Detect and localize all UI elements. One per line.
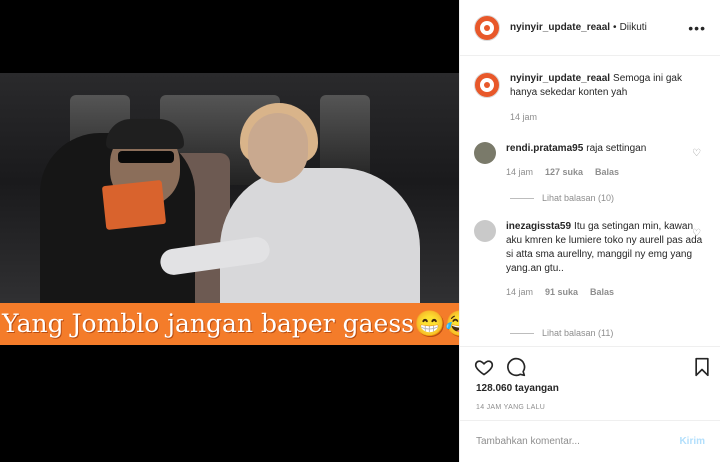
comment-meta: 14 jam 91 suka Balas: [506, 285, 710, 299]
comment-time[interactable]: 14 jam: [506, 165, 533, 179]
comment-heart-icon[interactable]: ♡: [692, 228, 701, 239]
post-actions: 128.060 tayangan 14 JAM YANG LALU: [460, 346, 720, 420]
commenter-username[interactable]: inezagissta59: [506, 221, 571, 232]
instagram-post-modal: Yang Jomblo jangan baper gaess😁😂😂😂 nyiny…: [0, 0, 720, 462]
post-comment-button[interactable]: Kirim: [679, 436, 705, 447]
video-caption-text: Yang Jomblo jangan baper gaess😁😂😂😂: [2, 309, 459, 338]
caption-avatar[interactable]: [474, 72, 500, 98]
view-replies-label[interactable]: Lihat balasan (10): [542, 193, 614, 203]
video-caption-bar: Yang Jomblo jangan baper gaess😁😂😂😂: [0, 303, 459, 345]
separator-dot: •: [613, 22, 617, 33]
comment-item: inezagissta59 Itu ga setingan min, kawan …: [474, 220, 710, 299]
follow-status[interactable]: Diikuti: [620, 22, 647, 33]
bookmark-icon[interactable]: [692, 357, 712, 380]
comment-input[interactable]: [476, 436, 680, 447]
caption-comment: nyinyir_update_reaal Semoga ini gak hanya…: [474, 72, 710, 124]
woman-head: [248, 113, 308, 183]
comment-likes[interactable]: 127 suka: [545, 165, 583, 179]
comment-text: raja settingan: [586, 143, 647, 154]
comment-icon[interactable]: [506, 357, 526, 380]
author-username[interactable]: nyinyir_update_reaal: [510, 22, 610, 33]
replies-line: [510, 332, 534, 334]
comment-meta: 14 jam 127 suka Balas: [506, 165, 710, 179]
view-count: 128.060 tayangan: [476, 383, 559, 394]
commenter-username[interactable]: rendi.pratama95: [506, 143, 583, 154]
view-replies-label[interactable]: Lihat balasan (11): [542, 328, 613, 338]
post-header: nyinyir_update_reaal • Diikuti •••: [460, 0, 720, 56]
view-replies-button[interactable]: Lihat balasan (10): [510, 193, 614, 203]
post-timestamp[interactable]: 14 JAM YANG LALU: [476, 404, 545, 411]
replies-line: [510, 197, 534, 199]
heart-icon[interactable]: [474, 357, 494, 380]
action-row: [474, 357, 712, 379]
man-cap: [106, 119, 184, 149]
author-avatar[interactable]: [474, 14, 500, 41]
comment-time[interactable]: 14 jam: [506, 285, 533, 299]
orange-box: [101, 179, 167, 231]
man-glasses: [118, 151, 174, 163]
more-dots-icon[interactable]: •••: [688, 20, 706, 36]
comment-item: rendi.pratama95 raja settingan 14 jam 127…: [474, 142, 710, 179]
video-player[interactable]: Yang Jomblo jangan baper gaess😁😂😂😂: [0, 73, 459, 345]
caption-body: nyinyir_update_reaal Semoga ini gak hanya…: [510, 72, 710, 124]
comment-body: rendi.pratama95 raja settingan 14 jam 127…: [506, 142, 710, 179]
media-area: Yang Jomblo jangan baper gaess😁😂😂😂: [0, 0, 459, 462]
comment-body: inezagissta59 Itu ga setingan min, kawan …: [506, 220, 710, 299]
caption-meta: 14 jam: [510, 110, 710, 124]
comment-likes[interactable]: 91 suka: [545, 285, 578, 299]
reply-button[interactable]: Balas: [595, 165, 619, 179]
side-panel: nyinyir_update_reaal • Diikuti ••• nyiny…: [459, 0, 720, 462]
reply-button[interactable]: Balas: [590, 285, 614, 299]
comment-composer: Kirim: [460, 420, 720, 462]
commenter-avatar[interactable]: [474, 142, 496, 164]
commenter-avatar[interactable]: [474, 220, 496, 242]
caption-time[interactable]: 14 jam: [510, 110, 537, 124]
view-replies-button[interactable]: Lihat balasan (11): [510, 328, 613, 338]
caption-username[interactable]: nyinyir_update_reaal: [510, 73, 610, 84]
comment-heart-icon[interactable]: ♡: [692, 148, 701, 159]
comments-list: nyinyir_update_reaal Semoga ini gak hanya…: [460, 56, 720, 346]
